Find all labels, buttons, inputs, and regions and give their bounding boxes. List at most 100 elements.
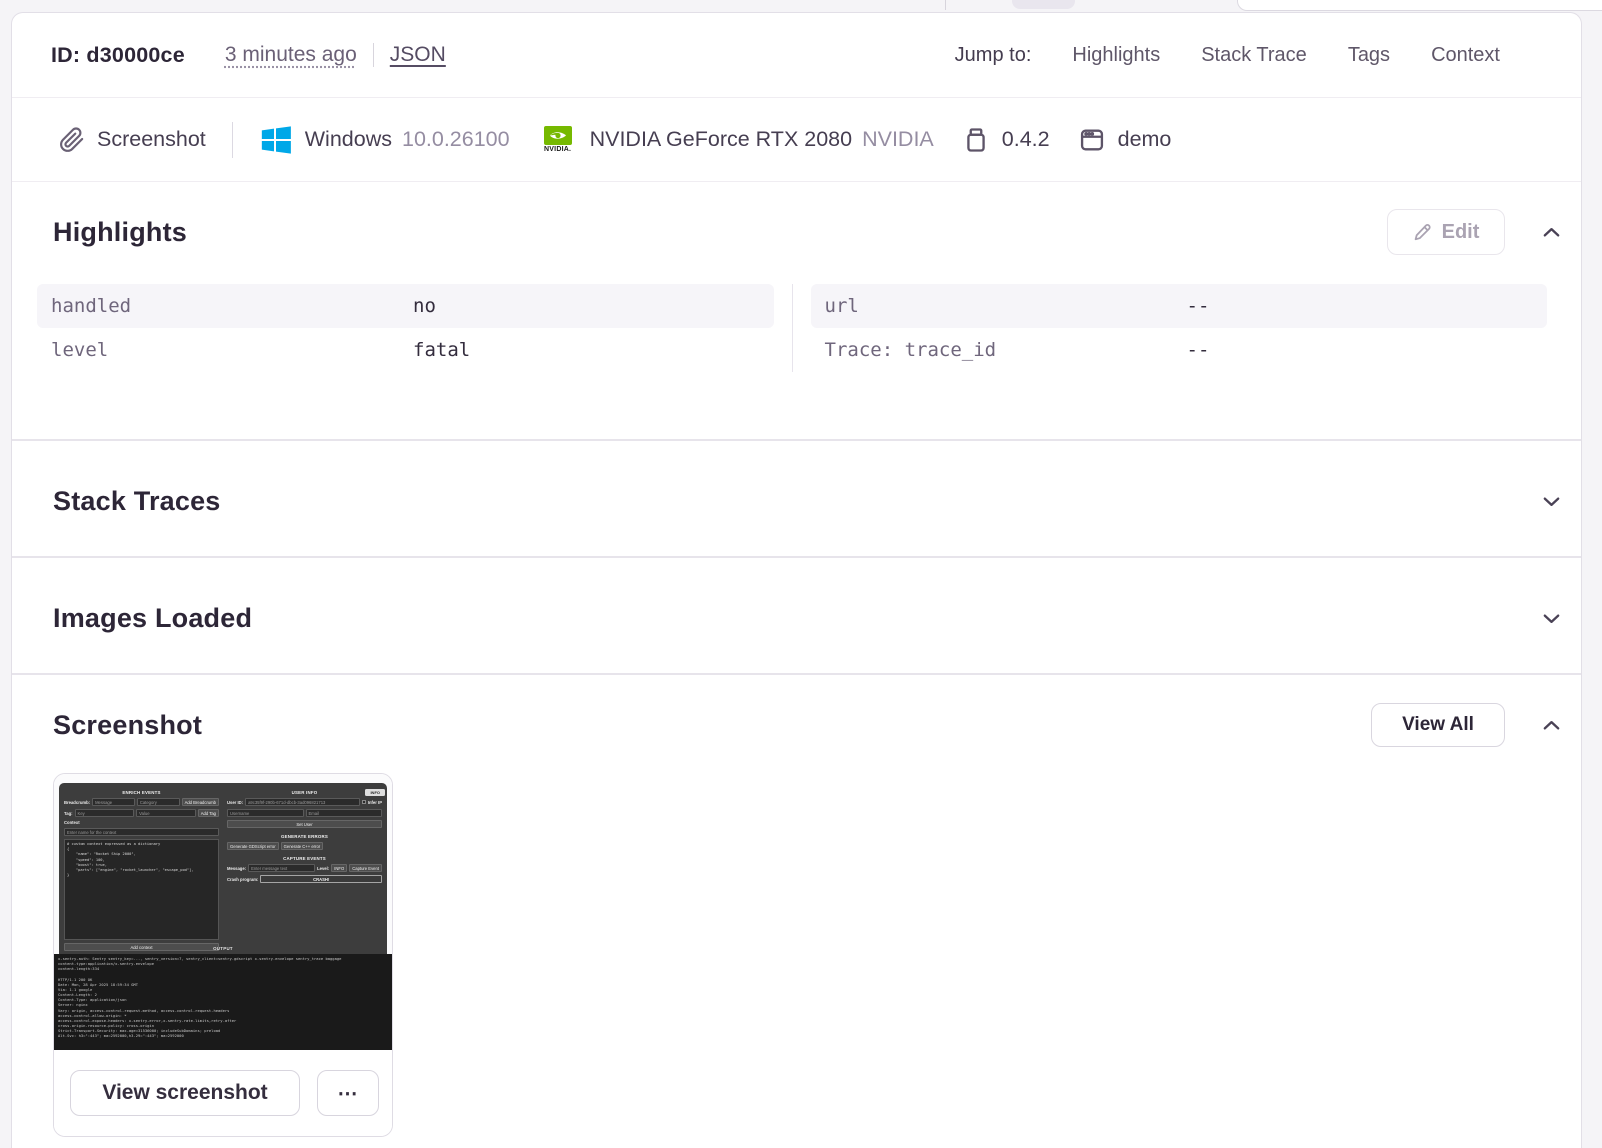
attachment-label: Screenshot (97, 127, 206, 151)
thumb-message-text-input: Enter message text (248, 864, 316, 872)
highlight-value: -- (1186, 339, 1210, 361)
screenshot-card-footer: View screenshot ⋯ (54, 1050, 392, 1136)
thumbnail-app-window: ENRICH EVENTS Breadcrumb: Message Catego… (59, 783, 387, 954)
package-icon (962, 126, 990, 154)
thumb-email-input: Email (305, 809, 382, 817)
gpu-vendor: NVIDIA (862, 127, 934, 151)
highlight-key: url (824, 295, 859, 317)
screenshot-collapse-chevron-up-icon[interactable] (1539, 713, 1563, 737)
thumb-output-title: OUTPUT (213, 946, 233, 951)
thumb-generate-errors-title: GENERATE ERRORS (280, 834, 329, 839)
windows-logo-icon (259, 123, 293, 157)
os-item: Windows 10.0.26100 (259, 123, 510, 157)
images-loaded-chevron-down-icon[interactable] (1539, 607, 1563, 631)
event-id: ID: d30000ce (51, 42, 185, 67)
stack-traces-section-header[interactable]: Stack Traces (12, 441, 1581, 556)
highlight-key: level (51, 339, 109, 361)
paperclip-icon (59, 126, 85, 153)
thumb-message-input: Message (92, 798, 135, 806)
thumb-set-user-button: Set User (227, 820, 382, 828)
thumb-category-input: Category (136, 798, 180, 806)
screenshot-more-options-button[interactable]: ⋯ (317, 1070, 379, 1116)
nvidia-logo-icon: NVIDIA. (538, 126, 578, 153)
highlight-value: no (413, 295, 436, 317)
thumb-generate-cpp-button: Generate C++ error (280, 842, 324, 850)
header-divider (372, 43, 374, 67)
event-time-link[interactable]: 3 minutes ago (225, 43, 357, 67)
os-name: Windows (304, 127, 392, 151)
thumb-level-label: Level: (317, 865, 330, 871)
thumb-context-name-input: Enter name for the context (64, 828, 219, 836)
thumb-level-select: INFO (331, 864, 348, 872)
screenshot-card: ENRICH EVENTS Breadcrumb: Message Catego… (53, 773, 393, 1137)
context-bar: Screenshot Windows 10.0.26100 NVIDIA. NV… (12, 98, 1581, 182)
thumb-console-output: x-sentry-auth: Sentry sentry_key=..., se… (54, 954, 392, 1050)
highlight-row-handled: handled no (37, 284, 774, 328)
images-loaded-section-header[interactable]: Images Loaded (12, 558, 1581, 673)
thumb-message-label: Message: (227, 865, 247, 871)
images-loaded-title: Images Loaded (53, 603, 253, 633)
highlight-value: fatal (413, 339, 471, 361)
highlights-column-divider (791, 284, 793, 372)
jump-to-label: Jump to: (954, 43, 1032, 66)
thumb-context-label: Context (64, 820, 80, 825)
os-version: 10.0.26100 (401, 127, 510, 151)
thumb-generate-gdscript-button: Generate GDScript error (227, 842, 279, 850)
ellipsis-icon: ⋯ (337, 1082, 359, 1105)
jump-link-tags[interactable]: Tags (1348, 44, 1390, 67)
window-icon (1078, 126, 1106, 154)
thumb-infer-ip-label: Infer IP (367, 799, 382, 805)
screenshot-thumbnail[interactable]: ENRICH EVENTS Breadcrumb: Message Catego… (54, 774, 392, 1050)
highlights-section-header: Highlights Edit (12, 202, 1581, 262)
thumb-user-id-label: User ID: (227, 799, 244, 805)
thumb-infer-ip-checkbox (361, 800, 366, 804)
screenshot-title: Screenshot (53, 709, 203, 740)
jump-link-stack-trace[interactable]: Stack Trace (1201, 44, 1307, 67)
highlights-collapse-chevron-up-icon[interactable] (1539, 220, 1563, 244)
stack-traces-chevron-down-icon[interactable] (1539, 490, 1563, 514)
pencil-icon (1413, 223, 1432, 242)
attachment-item[interactable]: Screenshot (59, 126, 206, 153)
thumb-add-tag-button: Add Tag (197, 809, 220, 817)
context-divider (231, 121, 233, 158)
thumb-user-info-title: USER INFO (291, 790, 318, 795)
json-link[interactable]: JSON (390, 43, 446, 67)
highlights-title: Highlights (53, 216, 187, 247)
thumb-add-breadcrumb-button: Add Breadcrumb (181, 798, 219, 806)
highlight-row-trace-id: Trace: trace_id -- (811, 328, 1548, 372)
release-item: 0.4.2 (962, 126, 1050, 154)
thumb-key-input: Key (74, 809, 135, 817)
event-detail-panel: ID: d30000ce 3 minutes ago JSON Jump to:… (11, 12, 1582, 1148)
thumb-breadcrumb-label: Breadcrumb: (64, 799, 91, 805)
thumb-info-badge: INFO (365, 789, 385, 796)
view-screenshot-button[interactable]: View screenshot (70, 1070, 300, 1116)
thumb-crash-button: CRASH! (260, 875, 382, 883)
top-cutoff-button[interactable] (1237, 0, 1602, 11)
thumb-enrich-title: ENRICH EVENTS (122, 790, 161, 795)
edit-highlights-button[interactable]: Edit (1387, 209, 1505, 255)
highlight-row-level: level fatal (37, 328, 774, 372)
app-name: demo (1117, 127, 1172, 151)
view-all-button[interactable]: View All (1371, 703, 1505, 747)
thumb-capture-event-button: Capture Event (349, 864, 382, 872)
jump-link-highlights[interactable]: Highlights (1072, 44, 1160, 67)
thumb-username-input: Username (227, 809, 304, 817)
thumb-value-input: Value (136, 809, 196, 817)
thumb-tag-label: Tag: (64, 810, 73, 816)
top-cutoff-pill (1012, 0, 1075, 9)
gpu-name: NVIDIA GeForce RTX 2080 (589, 127, 853, 151)
highlight-key: handled (51, 295, 132, 317)
screenshot-section-header: Screenshot View All (12, 675, 1581, 747)
release-version: 0.4.2 (1001, 127, 1050, 151)
jump-to-nav: Jump to: Highlights Stack Trace Tags Con… (955, 44, 1500, 67)
thumbnail-user-panel: USER INFO User ID: a9c35f9f-290b-671d-db… (227, 787, 382, 954)
jump-link-context[interactable]: Context (1431, 44, 1500, 67)
event-header: ID: d30000ce 3 minutes ago JSON Jump to:… (12, 13, 1581, 98)
top-cutoff-divider (945, 0, 946, 10)
highlight-value: -- (1186, 295, 1210, 317)
thumb-capture-events-title: CAPTURE EVENTS (283, 856, 326, 861)
thumb-context-code: # custom context expressed as a dictiona… (64, 839, 219, 940)
stack-traces-title: Stack Traces (53, 486, 221, 516)
highlights-table: handled no level fatal url -- Trace: tra… (37, 284, 1547, 372)
highlight-key: Trace: trace_id (824, 339, 997, 361)
